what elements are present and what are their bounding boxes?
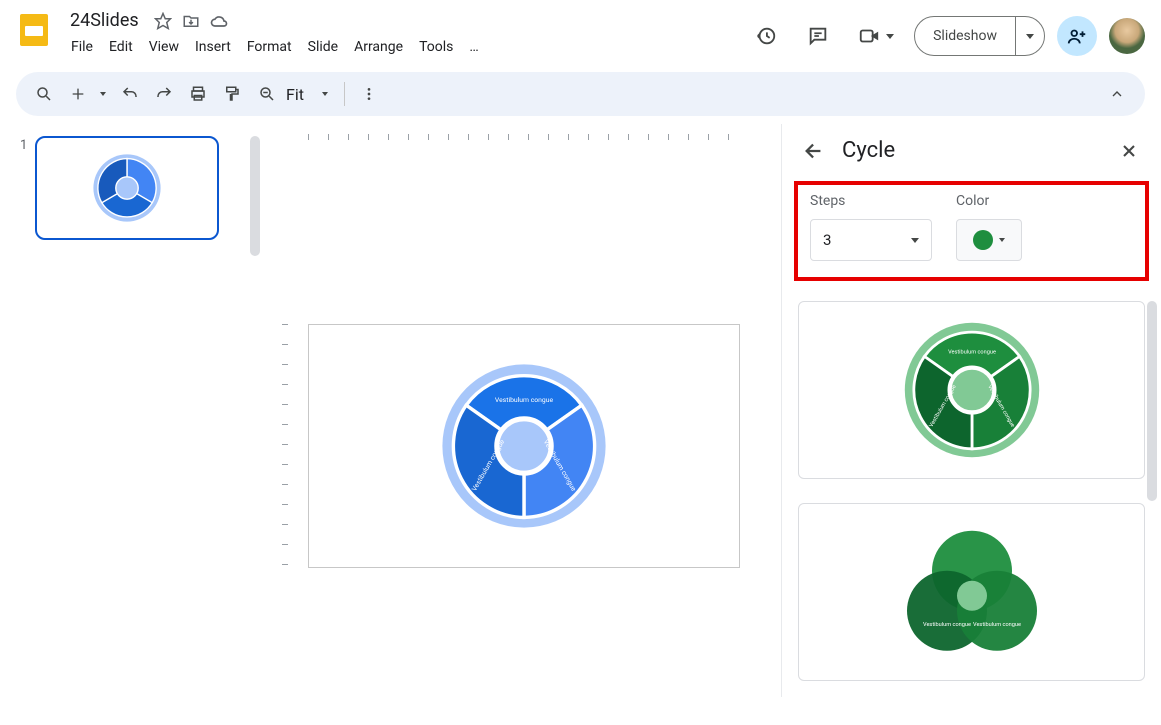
menu-insert[interactable]: Insert [188,35,238,59]
slides-logo[interactable] [16,12,56,52]
menu-edit[interactable]: Edit [102,35,140,59]
template-cycle-venn[interactable]: Vestibulum congue Vestibulum congue [798,503,1145,681]
panel-close-button[interactable] [1117,139,1141,163]
redo-button[interactable] [148,78,180,110]
chevron-down-icon [1026,34,1034,39]
app-header: 24Slides File Edit View Insert Format Sl… [0,0,1161,72]
main-area: 1 [0,124,1161,697]
menu-overflow[interactable]: … [462,35,485,59]
separator [344,82,345,106]
canvas-area: Vestibulum congue Vestibulum congue Vest… [260,124,781,697]
diagram-panel: Cycle Steps 3 Color [781,124,1161,697]
slide-number: 1 [20,136,27,240]
template-list: Vestibulum congue Vestibulum congue Vest… [782,281,1161,725]
color-label: Color [956,193,1022,209]
star-icon[interactable] [153,11,173,31]
cloud-status-icon[interactable] [209,11,229,31]
zoom-value: Fit [286,85,304,104]
menu-format[interactable]: Format [240,35,299,59]
chevron-down-icon [999,238,1005,242]
menu-bar: File Edit View Insert Format Slide Arran… [64,35,746,59]
filmstrip-scrollbar[interactable] [250,136,260,256]
slideshow-dropdown[interactable] [1015,17,1044,55]
svg-text:Vestibulum congue: Vestibulum congue [923,622,971,628]
color-select[interactable] [956,219,1022,261]
search-tool[interactable] [28,78,60,110]
menu-arrange[interactable]: Arrange [347,35,410,59]
filmstrip: 1 [0,124,260,697]
svg-text:Vestibulum congue: Vestibulum congue [495,396,554,404]
horizontal-ruler[interactable] [288,124,781,140]
chevron-down-icon [911,238,919,243]
menu-tools[interactable]: Tools [412,35,460,59]
move-icon[interactable] [181,11,201,31]
panel-scrollbar[interactable] [1147,301,1157,501]
account-avatar[interactable] [1109,18,1145,54]
slideshow-main[interactable]: Slideshow [915,17,1015,55]
doc-title[interactable]: 24Slides [64,8,145,33]
undo-button[interactable] [114,78,146,110]
slideshow-button: Slideshow [914,16,1045,56]
panel-title: Cycle [842,138,1101,163]
chevron-down-icon [322,92,328,96]
menu-view[interactable]: View [142,35,186,59]
steps-label: Steps [810,193,932,209]
template-cycle-ring[interactable]: Vestibulum congue Vestibulum congue Vest… [798,301,1145,479]
cycle-diagram[interactable]: Vestibulum congue Vestibulum congue Vest… [439,361,609,531]
share-button[interactable] [1057,16,1097,56]
title-area: 24Slides File Edit View Insert Format Sl… [64,8,746,59]
panel-back-button[interactable] [802,139,826,163]
comments-icon[interactable] [798,16,838,56]
paint-format-button[interactable] [216,78,248,110]
vertical-ruler[interactable] [272,324,288,584]
toolbar: Fit [16,72,1145,116]
collapse-toolbar-button[interactable] [1101,78,1133,110]
steps-select[interactable]: 3 [810,219,932,261]
panel-controls-highlighted: Steps 3 Color [794,181,1149,281]
svg-text:Vestibulum congue: Vestibulum congue [973,622,1021,628]
slide-thumbnail[interactable] [35,136,219,240]
zoom-select[interactable]: Fit [250,85,336,104]
slide-canvas[interactable]: Vestibulum congue Vestibulum congue Vest… [308,324,740,568]
present-dropdown[interactable] [850,16,902,56]
slideshow-label: Slideshow [933,28,997,44]
menu-file[interactable]: File [64,35,100,59]
chevron-down-icon [886,34,894,39]
new-slide-button[interactable] [62,78,94,110]
more-tools-button[interactable] [353,78,385,110]
color-swatch [973,230,993,250]
steps-value: 3 [823,231,831,249]
menu-slide[interactable]: Slide [301,35,345,59]
history-icon[interactable] [746,16,786,56]
new-slide-dropdown[interactable] [94,78,112,110]
print-button[interactable] [182,78,214,110]
svg-text:Vestibulum congue: Vestibulum congue [948,350,996,356]
chevron-down-icon [100,92,106,96]
